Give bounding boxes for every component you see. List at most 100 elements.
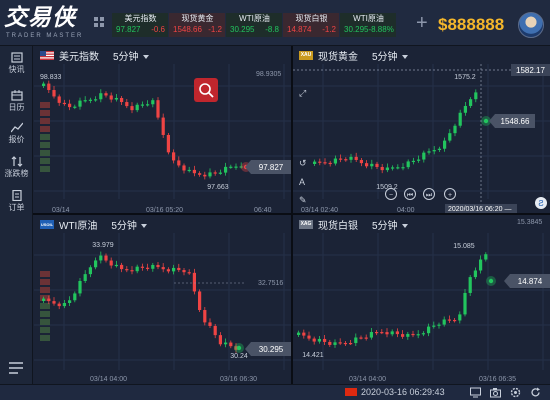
- pane-divider-horizontal[interactable]: [33, 213, 550, 215]
- x-axis-label: 03/16 06:30: [220, 376, 257, 383]
- candle-body: [104, 255, 108, 261]
- candle-body: [203, 310, 207, 323]
- candle-body: [182, 270, 186, 273]
- china-flag-icon: [345, 388, 357, 396]
- quote-card[interactable]: WTI原油 30.295 -8.8: [226, 13, 282, 37]
- high-price-label: 98.833: [40, 74, 62, 81]
- candle-body: [151, 264, 155, 269]
- user-avatar[interactable]: [518, 12, 544, 38]
- candle-body: [416, 334, 420, 336]
- candle-body: [453, 125, 457, 134]
- sidebar-item-orders[interactable]: 订单: [0, 190, 33, 213]
- pane-divider-vertical[interactable]: [291, 46, 293, 384]
- sidebar-item-news[interactable]: 快讯: [0, 52, 33, 75]
- axis-top-label: 98.9305: [256, 71, 281, 78]
- volume-block: [40, 118, 50, 124]
- candle-body: [343, 342, 347, 345]
- current-price-label: 97.827: [259, 163, 284, 172]
- candle-body: [177, 160, 181, 166]
- candle-body: [68, 103, 72, 108]
- candlestick-chart-oil[interactable]: 33.979 32.7516 30.24 30.295 03/14 04:00 03/16…: [34, 215, 291, 384]
- candle-body: [161, 117, 165, 135]
- chart-pane-usd-index[interactable]: 98.833 98.9305 97.663 97.827 03/14 03/16 05:2…: [34, 46, 291, 213]
- sidebar-item-ranking[interactable]: 涨跌榜: [0, 156, 33, 179]
- chart-pane-silver[interactable]: 15.085 15.3845 14.421 14.874 03/14 04:00 03/1…: [293, 215, 550, 384]
- candle-body: [391, 167, 395, 169]
- candle-body: [364, 337, 368, 339]
- camera-icon[interactable]: [490, 387, 501, 398]
- candle-body: [354, 156, 358, 160]
- period-selector[interactable]: 5分钟: [372, 217, 408, 232]
- candle-body: [42, 298, 46, 301]
- low-price-label: 14.421: [302, 352, 324, 359]
- volume-block: [40, 150, 50, 156]
- add-quote-button[interactable]: +: [416, 12, 428, 34]
- candlestick-chart-silver[interactable]: 15.08515.384514.42114.87403/14 04:00 03/1…: [293, 215, 550, 384]
- draw-tool-icon: ↺: [299, 158, 307, 168]
- candle-body: [218, 335, 222, 345]
- account-balance: $888888: [438, 15, 505, 34]
- axis-mid-label: 32.7516: [258, 280, 283, 287]
- logo-subtitle: TRADER MASTER: [6, 33, 84, 39]
- candle-body: [385, 332, 389, 335]
- candle-body: [78, 100, 82, 107]
- volume-block: [40, 142, 50, 148]
- candle-body: [120, 264, 124, 270]
- candle-body: [453, 319, 457, 322]
- add-indicator-icon: +: [448, 192, 452, 199]
- refresh-icon[interactable]: [530, 387, 541, 398]
- volume-block: [40, 319, 50, 325]
- candle-body: [395, 331, 399, 335]
- candle-body: [68, 300, 72, 304]
- chart-pane-gold[interactable]: 1582.17 1575.2 1509.2 1548.66 ⤢ ↺ A ✎ − ⏮ ⏭ +2020/0…: [293, 46, 550, 213]
- candle-body: [88, 99, 92, 101]
- zoom-out-icon: −: [389, 192, 393, 199]
- candlestick-chart-gold[interactable]: 1582.171575.21509.21548.66⤢↺A✎ − ⏮ ⏭ +2020/0…: [293, 46, 550, 213]
- candle-body: [156, 100, 160, 118]
- candle-body: [375, 163, 379, 167]
- quote-card[interactable]: 现货白银 14.874 -1.2: [283, 13, 339, 37]
- candle-body: [156, 264, 160, 268]
- candle-body: [172, 152, 176, 161]
- menu-icon[interactable]: [9, 362, 23, 374]
- calendar-icon: [10, 90, 23, 101]
- volume-block: [40, 166, 50, 172]
- quote-card[interactable]: 现货黄金 1548.66 -1.2: [169, 13, 225, 37]
- candle-body: [458, 112, 462, 126]
- candle-body: [484, 254, 488, 260]
- candle-body: [125, 269, 129, 271]
- period-selector[interactable]: 5分钟: [113, 48, 149, 63]
- volume-block: [40, 110, 50, 116]
- candle-body: [349, 156, 353, 160]
- us-flag-icon: [40, 50, 54, 60]
- app-badge-icon: Ƨ: [538, 199, 543, 208]
- sidebar-item-quotes[interactable]: 报价: [0, 122, 33, 145]
- candle-body: [161, 267, 165, 270]
- period-selector[interactable]: 5分钟: [372, 48, 408, 63]
- candle-body: [447, 319, 451, 321]
- chart-pane-wti-oil[interactable]: 33.979 32.7516 30.24 30.295 03/14 04:00 03/16…: [34, 215, 291, 384]
- settings-icon[interactable]: [510, 387, 521, 398]
- sidebar: 快讯 日历 报价 涨跌榜 订单: [0, 46, 33, 388]
- candlestick-chart-usd[interactable]: 98.833 98.930597.66397.82703/14 03/16 05:2…: [34, 46, 291, 213]
- app-logo: 交易侠 TRADER MASTER: [4, 4, 88, 42]
- quote-card[interactable]: WTI原油 30.295 -8.88%: [340, 13, 396, 37]
- display-icon[interactable]: [470, 387, 481, 398]
- apps-grid-icon[interactable]: [94, 17, 105, 28]
- candle-body: [463, 292, 467, 315]
- sidebar-item-calendar[interactable]: 日历: [0, 90, 33, 113]
- candle-body: [380, 332, 384, 334]
- candle-body: [229, 166, 233, 168]
- app-window: 交易侠 TRADER MASTER 美元指数 97.827 -0.6 现货黄金 1…: [0, 0, 550, 400]
- candle-body: [234, 166, 238, 168]
- candle-body: [339, 158, 343, 160]
- oil-badge-icon: USOIL: [40, 219, 54, 229]
- candle-body: [421, 333, 425, 335]
- quote-card[interactable]: 美元指数 97.827 -0.6: [112, 13, 168, 37]
- candle-body: [146, 267, 150, 269]
- candle-body: [432, 325, 436, 327]
- pane-title: WTI原油: [59, 220, 98, 232]
- volume-block: [40, 126, 50, 132]
- period-selector[interactable]: 5分钟: [111, 217, 147, 232]
- candle-body: [385, 167, 389, 171]
